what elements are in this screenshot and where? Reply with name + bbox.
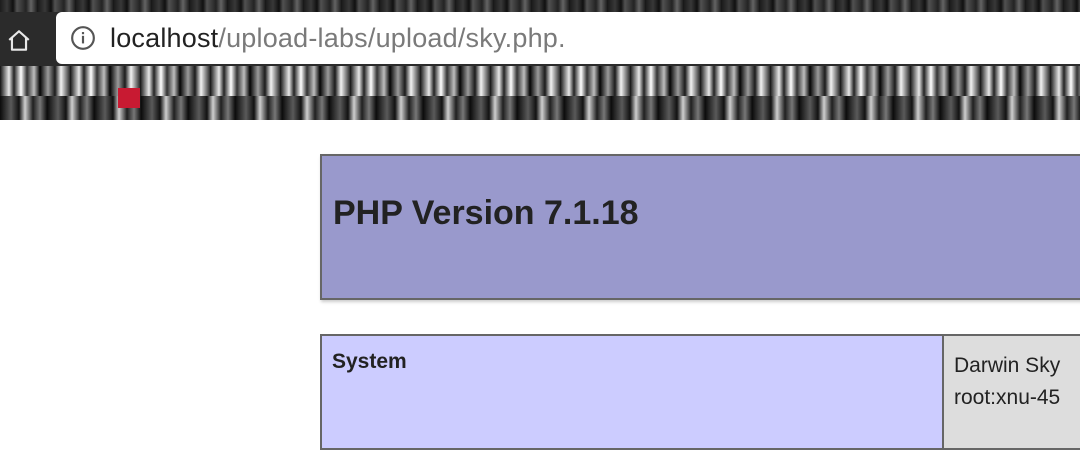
blurred-tab-strip (0, 0, 1080, 12)
page-content: PHP Version 7.1.18 System Darwin Sky roo… (0, 120, 1080, 450)
table-key-cell: System (322, 336, 944, 420)
table-row: System Darwin Sky root:xnu-45 (320, 334, 1080, 422)
value-line: root:xnu-45 (954, 386, 1061, 409)
blurred-bookmarks-bar-lower (0, 96, 1080, 120)
table-key-cell (322, 420, 944, 448)
url-path: /upload-labs/upload/sky.php. (218, 22, 566, 53)
home-icon (8, 30, 30, 51)
address-bar[interactable]: localhost/upload-labs/upload/sky.php. (56, 12, 1080, 64)
table-row (320, 420, 1080, 450)
value-line: Darwin Sky (954, 354, 1061, 377)
info-icon[interactable] (70, 25, 96, 51)
url-text[interactable]: localhost/upload-labs/upload/sky.php. (110, 23, 566, 54)
table-value-cell: Darwin Sky root:xnu-45 (944, 336, 1080, 420)
table-value-cell (944, 420, 1080, 448)
blurred-bookmark-favicon (118, 88, 140, 108)
browser-chrome: localhost/upload-labs/upload/sky.php. (0, 0, 1080, 120)
url-host: localhost (110, 22, 219, 53)
home-button[interactable] (2, 24, 36, 58)
php-version-header: PHP Version 7.1.18 (320, 154, 1080, 300)
page-title: PHP Version 7.1.18 (333, 194, 639, 232)
